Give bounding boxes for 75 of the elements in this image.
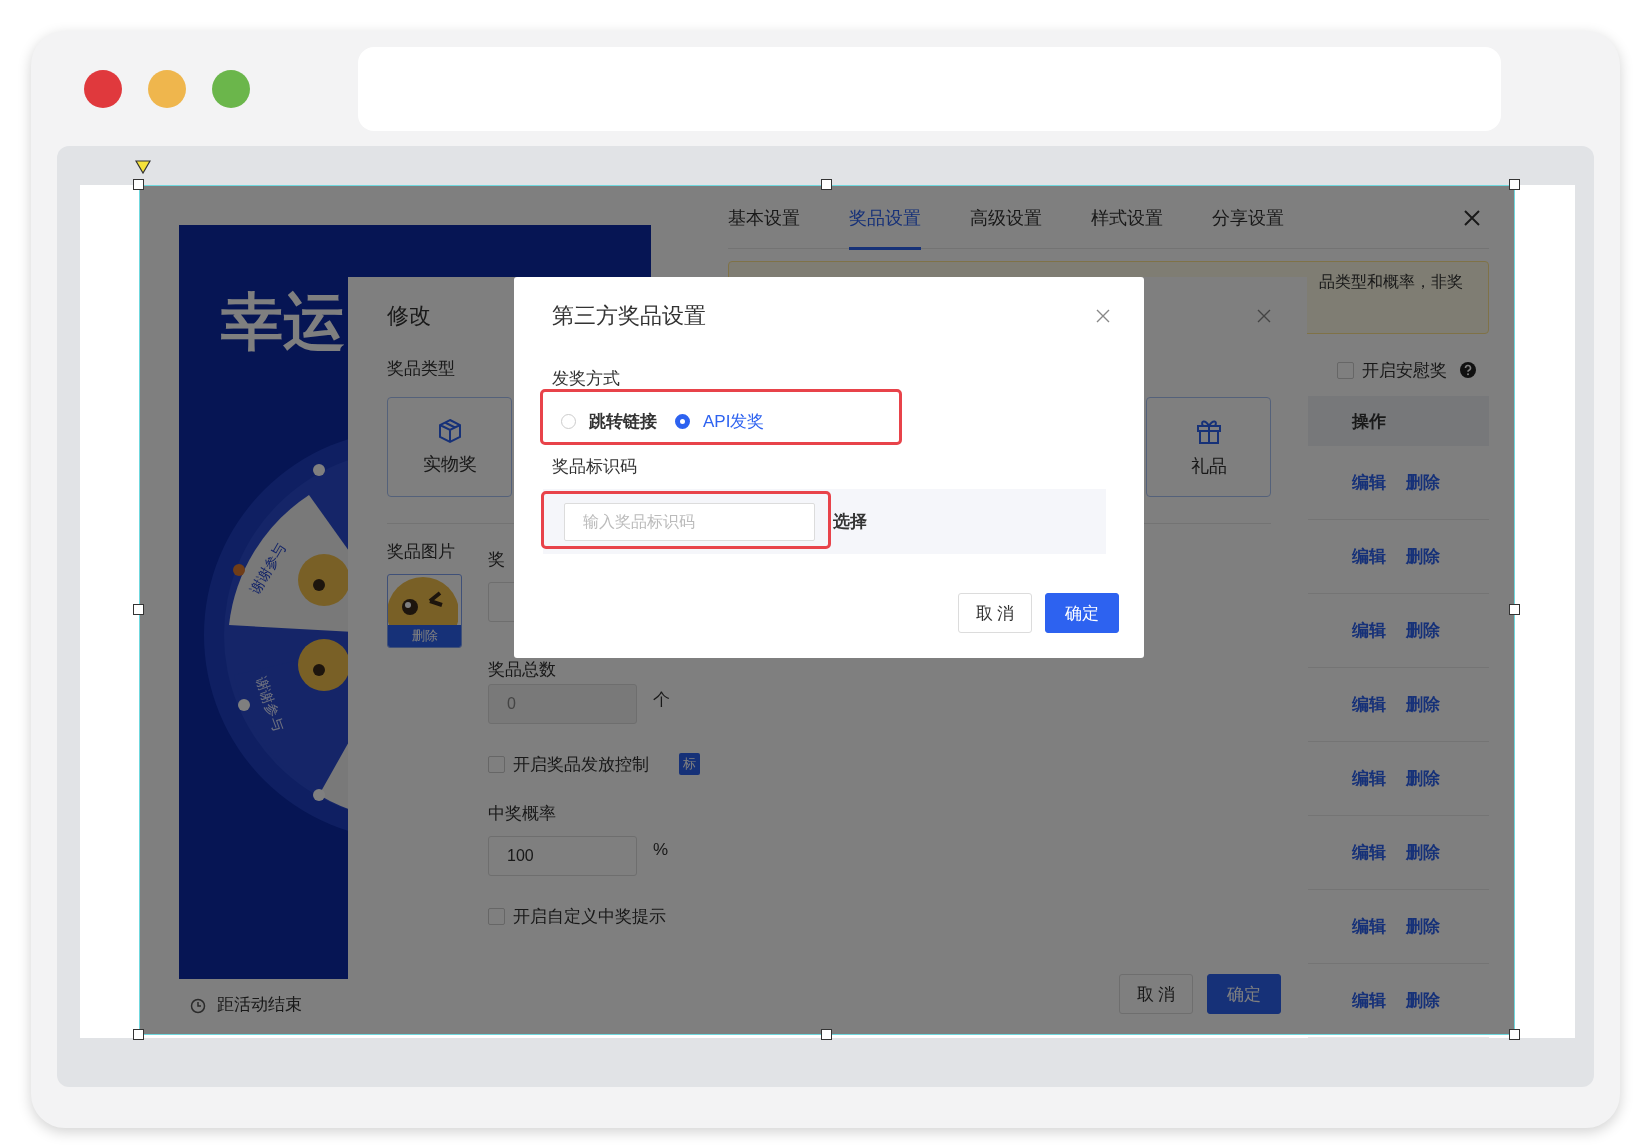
unit-label: 个 bbox=[653, 689, 670, 711]
resize-handle[interactable] bbox=[133, 604, 144, 615]
unit-label: % bbox=[653, 840, 669, 861]
close-icon[interactable] bbox=[1096, 309, 1110, 323]
action-link[interactable]: 删除 bbox=[1406, 545, 1440, 568]
field-label: 奖 bbox=[488, 549, 505, 571]
wheel-label: 谢谢参与 bbox=[251, 674, 288, 734]
action-link[interactable]: 编辑 bbox=[1352, 841, 1386, 864]
column-header: 操作 bbox=[1352, 410, 1386, 433]
notice-text: 品类型和概率，非奖 bbox=[1319, 272, 1463, 292]
checkbox-label: 开启自定义中奖提示 bbox=[513, 905, 666, 928]
action-link[interactable]: 删除 bbox=[1406, 915, 1440, 938]
field-label: 中奖概率 bbox=[488, 803, 556, 825]
action-link[interactable]: 删除 bbox=[1406, 693, 1440, 716]
cancel-button[interactable]: 取 消 bbox=[958, 593, 1032, 633]
anchor-marker-icon bbox=[135, 160, 151, 174]
prize-code-field[interactable]: 输入奖品标识码 bbox=[564, 502, 815, 541]
consolation-label: 开启安慰奖 bbox=[1362, 359, 1447, 382]
resize-handle[interactable] bbox=[133, 1029, 144, 1040]
resize-handle[interactable] bbox=[1509, 604, 1520, 615]
wheel-label: 谢谢参与 bbox=[247, 540, 291, 598]
settings-tab[interactable]: 高级设置 bbox=[970, 185, 1042, 250]
radio-circle[interactable] bbox=[675, 413, 690, 429]
action-link[interactable]: 删除 bbox=[1406, 841, 1440, 864]
confirm-button[interactable]: 确定 bbox=[1045, 593, 1119, 633]
dialog-title: 修改 bbox=[387, 302, 431, 330]
cube-icon bbox=[436, 418, 463, 444]
custom-tip-checkbox[interactable] bbox=[488, 907, 505, 925]
settings-tab[interactable]: 基本设置 bbox=[728, 185, 800, 250]
consolation-checkbox[interactable] bbox=[1337, 361, 1354, 379]
resize-handle[interactable] bbox=[1509, 1029, 1520, 1040]
resize-handle[interactable] bbox=[821, 179, 832, 190]
action-link[interactable]: 删除 bbox=[1406, 989, 1440, 1012]
field-label: 奖品图片 bbox=[387, 541, 455, 563]
resize-handle[interactable] bbox=[821, 1029, 832, 1040]
resize-handle[interactable] bbox=[1509, 179, 1520, 190]
probability-field[interactable]: 100 bbox=[488, 836, 637, 876]
action-link[interactable]: 编辑 bbox=[1352, 767, 1386, 790]
settings-tab[interactable]: 分享设置 bbox=[1212, 185, 1284, 250]
action-link[interactable]: 删除 bbox=[1406, 767, 1440, 790]
tag-label: 标 bbox=[679, 753, 700, 775]
resize-handle[interactable] bbox=[133, 179, 144, 190]
field-label: 奖品总数 bbox=[488, 659, 556, 681]
action-link[interactable]: 编辑 bbox=[1352, 545, 1386, 568]
close-window-dot[interactable] bbox=[84, 70, 122, 108]
release-control-checkbox[interactable] bbox=[488, 755, 505, 773]
action-link[interactable]: 编辑 bbox=[1352, 619, 1386, 642]
prize-type-card[interactable]: 实物奖 bbox=[387, 397, 512, 497]
action-link[interactable]: 删除 bbox=[1406, 471, 1440, 494]
prize-type-card[interactable]: 礼品 bbox=[1146, 397, 1271, 497]
maximize-window-dot[interactable] bbox=[212, 70, 250, 108]
method-radio-option[interactable]: API发奖 bbox=[675, 409, 765, 433]
settings-tab[interactable]: 奖品设置 bbox=[849, 185, 921, 250]
confirm-button[interactable]: 确定 bbox=[1207, 974, 1281, 1014]
action-link[interactable]: 删除 bbox=[1406, 619, 1440, 642]
method-radio-option[interactable]: 跳转链接 bbox=[561, 409, 657, 433]
close-icon[interactable] bbox=[1257, 309, 1271, 323]
action-link[interactable]: 编辑 bbox=[1352, 693, 1386, 716]
minimize-window-dot[interactable] bbox=[148, 70, 186, 108]
field-label: 奖品类型 bbox=[387, 358, 455, 380]
poster-title: 幸运 bbox=[221, 286, 345, 358]
field-label: 奖品标识码 bbox=[552, 456, 637, 477]
countdown-label: 距活动结束 bbox=[217, 994, 302, 1016]
action-link[interactable]: 编辑 bbox=[1352, 989, 1386, 1012]
checkbox-label: 开启奖品发放控制 bbox=[513, 753, 649, 776]
close-icon[interactable] bbox=[1463, 208, 1481, 227]
cancel-button[interactable]: 取 消 bbox=[1119, 974, 1193, 1014]
action-link[interactable]: 编辑 bbox=[1352, 471, 1386, 494]
help-icon[interactable] bbox=[1459, 361, 1477, 379]
select-link[interactable]: 选择 bbox=[833, 510, 867, 533]
settings-tab[interactable]: 样式设置 bbox=[1091, 185, 1163, 250]
action-link[interactable]: 编辑 bbox=[1352, 915, 1386, 938]
dialog-title: 第三方奖品设置 bbox=[552, 302, 706, 330]
field-label: 发奖方式 bbox=[552, 368, 620, 389]
delete-image-button[interactable]: 删除 bbox=[388, 625, 461, 647]
